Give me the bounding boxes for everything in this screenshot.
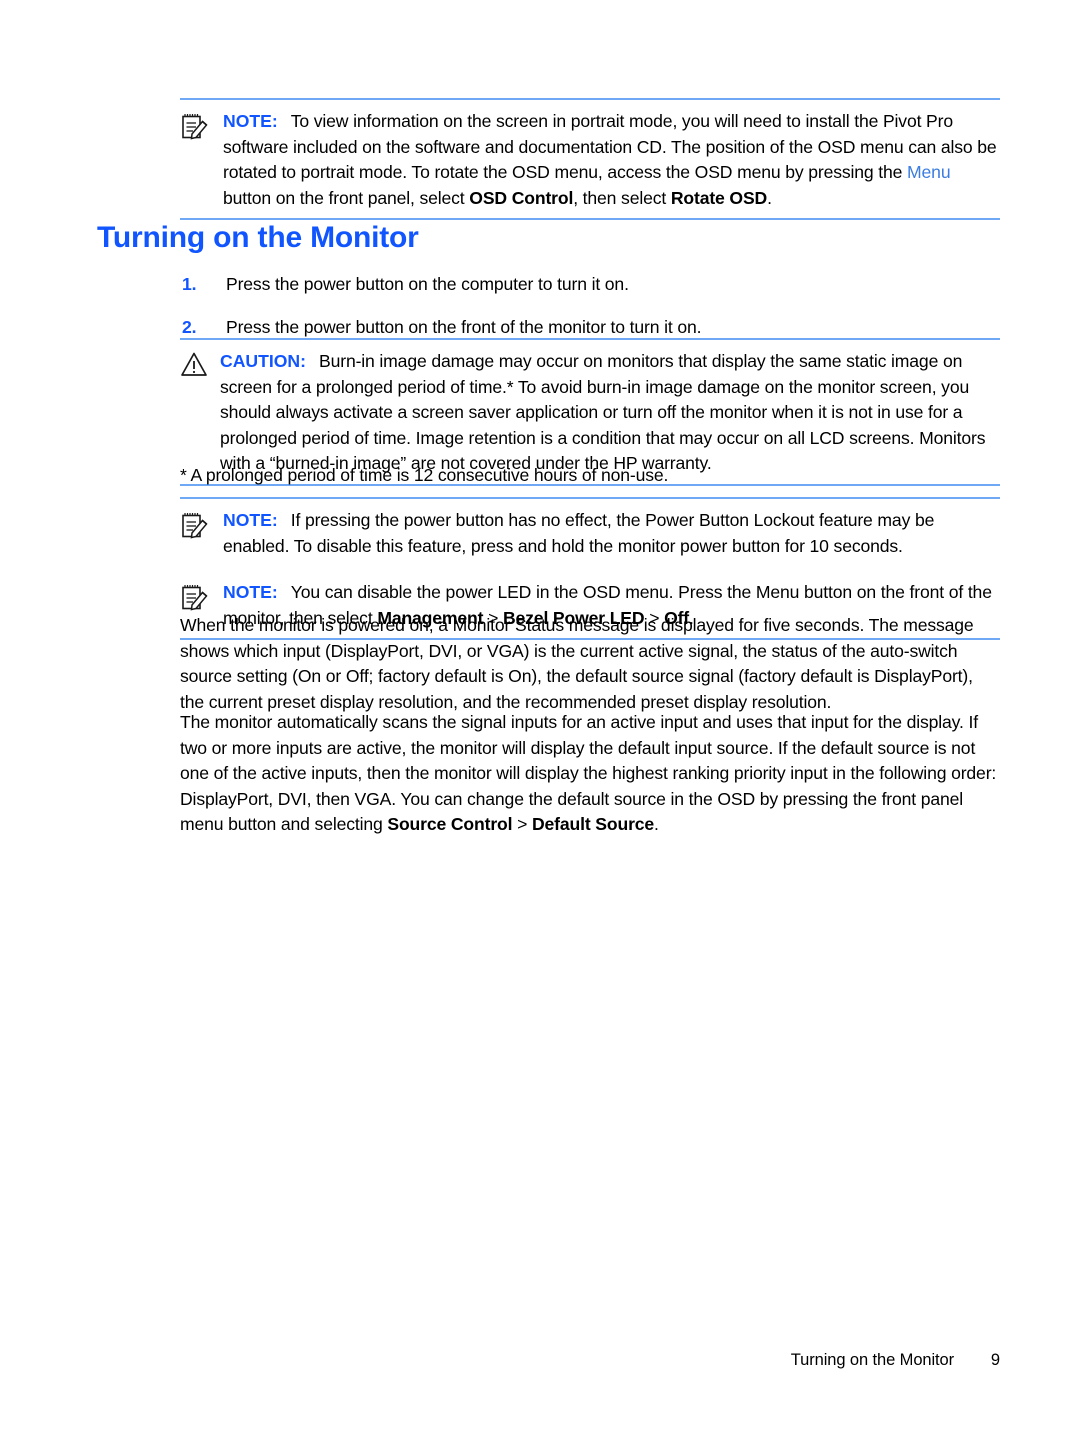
paragraph-monitor-status: When the monitor is powered on, a Monito… [180, 613, 1000, 715]
note-pivot-pro: NOTE: To view information on the screen i… [180, 98, 1000, 221]
note-text-1: To view information on the screen in por… [223, 111, 997, 183]
page-title: Turning on the Monitor [97, 221, 419, 254]
document-page: NOTE: To view information on the screen i… [0, 0, 1080, 1437]
note-label: NOTE: [223, 510, 278, 530]
caution-text: CAUTION: Burn-in image damage may occur o… [180, 349, 1000, 477]
admonition-stack: NOTE: To view information on the screen i… [180, 98, 1000, 221]
footer-title: Turning on the Monitor [790, 1351, 954, 1369]
warning-triangle-icon [180, 351, 214, 381]
note-text-3: , then select [573, 187, 671, 208]
note-power-button-lockout-text: NOTE: If pressing the power button has no… [180, 508, 1000, 559]
paragraph-text: The monitor automatically scans the sign… [180, 710, 1000, 838]
footnote-prolonged-period: * A prolonged period of time is 12 conse… [180, 463, 1000, 489]
paragraph-text: When the monitor is powered on, a Monito… [180, 615, 974, 712]
step-text: Press the power button on the computer t… [226, 274, 629, 294]
auto-scan-text-2: . [654, 814, 659, 835]
auto-scan-sep: > [512, 814, 532, 835]
footer-page-number: 9 [990, 1351, 1000, 1369]
note-power-button-lockout: NOTE: If pressing the power button has no… [180, 497, 1000, 566]
note-body-text: If pressing the power button has no effe… [223, 510, 935, 556]
rotate-osd-bold: Rotate OSD [670, 187, 768, 208]
note-pad-pencil-icon [180, 583, 214, 613]
paragraph-auto-scan: The monitor automatically scans the sign… [180, 710, 1000, 838]
step-number: 1. [182, 274, 197, 294]
default-source-bold: Default Source [531, 814, 655, 835]
caution-body-text: Burn-in image damage may occur on monito… [220, 351, 986, 474]
note-pivot-pro-text: NOTE: To view information on the screen i… [180, 109, 1000, 211]
list-item: 1. Press the power button on the computer… [180, 272, 1000, 297]
note-label: NOTE: [223, 111, 278, 131]
note-text-2: button on the front panel, select [223, 187, 470, 208]
step-number: 2. [182, 317, 197, 337]
list-item: 2. Press the power button on the front of… [180, 315, 1000, 340]
note-label: NOTE: [223, 582, 278, 603]
page-footer: Turning on the Monitor 9 [180, 1347, 1000, 1373]
step-text: Press the power button on the front of t… [226, 317, 702, 337]
menu-cross-reference-link[interactable]: Menu [907, 162, 951, 182]
note-pad-pencil-icon [180, 511, 214, 541]
caution-label: CAUTION: [220, 351, 307, 371]
footnote-text: * A prolonged period of time is 12 conse… [180, 465, 669, 485]
note-text-4: . [767, 187, 772, 208]
note-pad-pencil-icon [180, 112, 214, 142]
source-control-bold: Source Control [387, 814, 513, 835]
osd-control-bold: OSD Control [469, 187, 574, 208]
